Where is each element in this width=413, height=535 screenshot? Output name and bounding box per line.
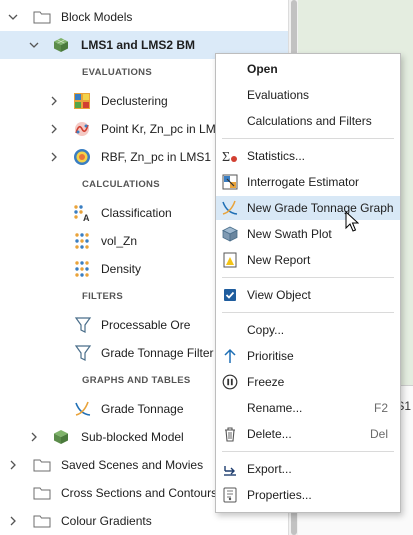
tree-item-label: Point Kr, Zn_pc in LMS1 <box>101 122 231 136</box>
menu-item-open[interactable]: Open <box>216 57 400 81</box>
tree-item-label: Density <box>101 262 142 276</box>
statistics-icon: Σ <box>222 148 238 165</box>
menu-item-label: Prioritise <box>247 349 294 363</box>
menu-item-label: Interrogate Estimator <box>247 175 360 189</box>
chevron-right-icon[interactable] <box>47 150 61 164</box>
checkbox-checked-icon[interactable] <box>222 287 238 303</box>
tree-item-block-models[interactable]: Block Models <box>0 3 288 31</box>
chevron-down-icon[interactable] <box>27 38 41 52</box>
rbf-estimator-icon <box>73 148 91 166</box>
menu-item-label: Open <box>247 62 278 76</box>
section-header-calculations: CALCULATIONS <box>82 179 160 190</box>
menu-item-label: Statistics... <box>247 149 306 163</box>
menu-separator <box>222 277 394 278</box>
tree-item-label: Block Models <box>61 10 133 24</box>
chevron-right-icon[interactable] <box>6 514 20 528</box>
menu-item-label: View Object <box>247 288 311 302</box>
menu-item-label: New Grade Tonnage Graph <box>247 201 394 215</box>
declustering-icon <box>73 92 91 110</box>
grade-tonnage-graph-icon <box>74 400 92 418</box>
menu-item-label: Evaluations <box>247 88 310 102</box>
menu-item-label: New Report <box>247 253 311 267</box>
menu-item-export[interactable]: Export... <box>216 457 400 481</box>
menu-item-copy[interactable]: Copy... <box>216 318 400 342</box>
chevron-right-icon[interactable] <box>27 430 41 444</box>
section-header-evaluations: EVALUATIONS <box>82 67 152 78</box>
arrow-up-icon <box>222 348 238 364</box>
menu-separator <box>222 312 394 313</box>
tree-item-label: Sub-blocked Model <box>81 430 184 444</box>
menu-item-interrogate-estimator[interactable]: Interrogate Estimator <box>216 170 400 194</box>
menu-separator <box>222 138 394 139</box>
mouse-pointer-icon <box>345 211 359 232</box>
menu-item-statistics[interactable]: Σ Statistics... <box>216 144 400 168</box>
tree-item-label: Grade Tonnage <box>101 402 184 416</box>
svg-text:A: A <box>83 213 90 222</box>
chevron-down-icon[interactable] <box>6 10 20 24</box>
menu-item-rename[interactable]: Rename... F2 <box>216 396 400 420</box>
report-icon <box>222 252 238 268</box>
folder-icon <box>33 514 51 528</box>
menu-item-label: Calculations and Filters <box>247 114 372 128</box>
tree-item-label: Classification <box>101 206 172 220</box>
menu-item-shortcut: Del <box>369 427 388 441</box>
menu-item-label: Delete... <box>247 427 292 441</box>
folder-icon <box>33 458 51 472</box>
block-model-icon <box>52 428 70 446</box>
folder-icon <box>33 486 51 500</box>
kriging-estimator-icon <box>73 120 91 138</box>
menu-item-shortcut: F2 <box>373 401 388 415</box>
section-header-graphs-and-tables: GRAPHS AND TABLES <box>82 375 191 386</box>
tree-item-label: Declustering <box>101 94 168 108</box>
menu-item-label: New Swath Plot <box>247 227 332 241</box>
menu-item-label: Properties... <box>247 488 312 502</box>
pause-icon <box>222 374 238 390</box>
export-icon <box>222 461 238 477</box>
chevron-right-icon[interactable] <box>6 458 20 472</box>
menu-item-properties[interactable]: Properties... <box>216 483 400 507</box>
menu-item-label: Rename... <box>247 401 303 415</box>
menu-item-label: Export... <box>247 462 292 476</box>
tree-item-label: Processable Ore <box>101 318 191 332</box>
block-model-icon <box>52 36 70 54</box>
chevron-right-icon[interactable] <box>47 122 61 136</box>
tree-item-label: Colour Gradients <box>61 514 152 528</box>
chevron-right-icon[interactable] <box>47 94 61 108</box>
interrogate-estimator-icon <box>222 174 238 190</box>
menu-item-prioritise[interactable]: Prioritise <box>216 344 400 368</box>
properties-icon <box>222 487 238 503</box>
menu-item-label: Copy... <box>247 323 285 337</box>
menu-item-view-object[interactable]: View Object <box>216 283 400 307</box>
numeric-calculation-icon <box>73 260 91 278</box>
menu-item-freeze[interactable]: Freeze <box>216 370 400 394</box>
menu-item-new-swath-plot[interactable]: New Swath Plot <box>216 222 400 246</box>
menu-item-delete[interactable]: Delete... Del <box>216 422 400 446</box>
context-menu[interactable]: Open Evaluations Calculations and Filter… <box>215 53 401 513</box>
filter-icon <box>74 344 92 362</box>
tree-item-label: Saved Scenes and Movies <box>61 458 204 472</box>
filter-icon <box>74 316 92 334</box>
menu-item-label: Freeze <box>247 375 285 389</box>
category-calculation-icon: A <box>73 204 91 222</box>
menu-separator <box>222 451 394 452</box>
menu-item-new-report[interactable]: New Report <box>216 248 400 272</box>
tree-item-label: vol_Zn <box>101 234 138 248</box>
swath-plot-icon <box>222 226 238 242</box>
menu-item-calculations-and-filters[interactable]: Calculations and Filters <box>216 109 400 133</box>
tree-item-label: Grade Tonnage Filter <box>101 346 214 360</box>
section-header-filters: FILTERS <box>82 291 123 302</box>
svg-text:Σ: Σ <box>222 150 230 164</box>
folder-icon <box>33 10 51 24</box>
tree-item-label: LMS1 and LMS2 BM <box>81 38 196 52</box>
trash-icon <box>222 426 238 442</box>
menu-item-new-grade-tonnage-graph[interactable]: New Grade Tonnage Graph <box>216 196 400 220</box>
menu-item-evaluations[interactable]: Evaluations <box>216 83 400 107</box>
grade-tonnage-graph-icon <box>222 200 238 216</box>
tree-item-label: Cross Sections and Contours <box>61 486 218 500</box>
tree-item-label: RBF, Zn_pc in LMS1 <box>101 150 212 164</box>
numeric-calculation-icon <box>73 232 91 250</box>
